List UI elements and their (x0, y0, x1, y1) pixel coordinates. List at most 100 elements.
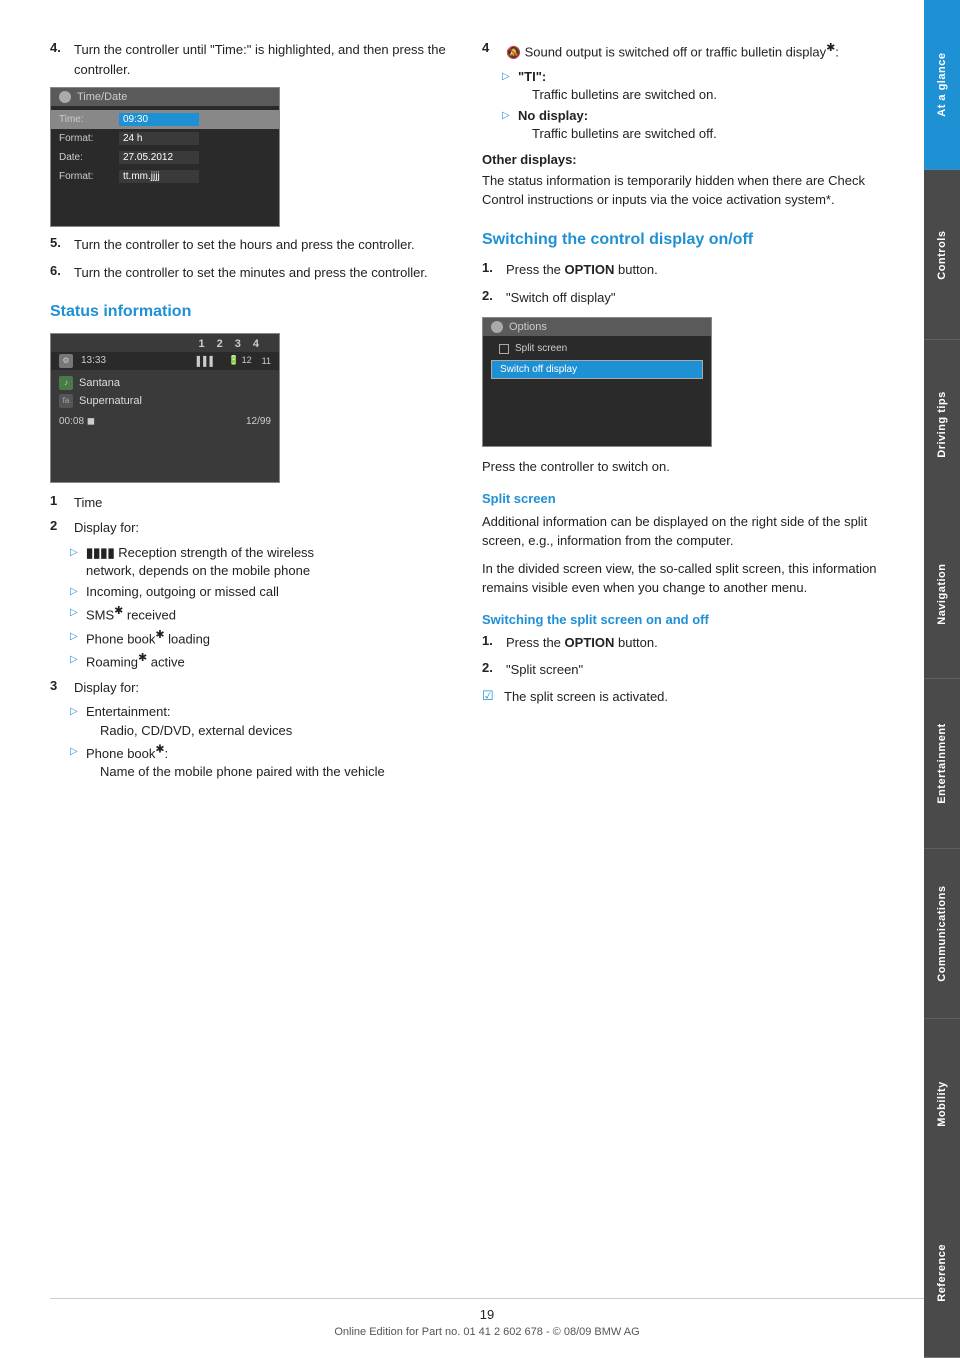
footer-text: Online Edition for Part no. 01 41 2 602 … (50, 1326, 924, 1338)
bullet-arrow-no-display: ▷ (502, 110, 512, 121)
right-item-4: 4 🔕 Sound output is switched off or traf… (482, 40, 884, 62)
step-5-text: Turn the controller to set the hours and… (74, 235, 415, 255)
status-time: 13:33 (81, 355, 189, 366)
press-controller-text: Press the controller to switch on. (482, 457, 884, 477)
track2-name: Supernatural (79, 395, 142, 407)
right-column: 4 🔕 Sound output is switched off or traf… (482, 40, 884, 784)
step-5: 5. Turn the controller to set the hours … (50, 235, 452, 255)
status-num-3: 3 (235, 338, 241, 350)
step-6-text: Turn the controller to set the minutes a… (74, 263, 428, 283)
bullet-item-sms: ▷ SMS✱ received (70, 604, 452, 625)
bullet-text-incoming: Incoming, outgoing or missed call (86, 583, 279, 601)
bullet-arrow-7: ▷ (70, 746, 80, 757)
option-split-screen: Split screen (491, 340, 703, 357)
num-content-3: Display for: (74, 678, 139, 698)
timedate-value-format1: 24 h (119, 132, 199, 145)
bullet-arrow-5: ▷ (70, 654, 80, 665)
timedate-screen: Time/Date Time: 09:30 Format: 24 h Date: (50, 87, 280, 227)
split-screen-heading: Split screen (482, 491, 884, 506)
right-num-4: 4 (482, 40, 500, 62)
control-step-1: 1. Press the OPTION button. (482, 260, 884, 280)
sidebar-item-mobility[interactable]: Mobility (924, 1019, 960, 1189)
timedate-value-date: 27.05.2012 (119, 151, 199, 164)
split-step-2-text: "Split screen" (506, 660, 583, 680)
split-step-1: 1. Press the OPTION button. (482, 633, 884, 653)
sidebar-item-navigation[interactable]: Navigation (924, 509, 960, 679)
bullet-arrow-6: ▷ (70, 706, 80, 717)
status-section-heading: Status information (50, 302, 452, 323)
option-switch-off-display[interactable]: Switch off display (491, 360, 703, 379)
switching-split-heading: Switching the split screen on and off (482, 612, 884, 627)
bullet-sub-phonebook2: Name of the mobile phone paired with the… (100, 764, 385, 779)
options-icon (491, 321, 503, 333)
step-5-number: 5. (50, 235, 68, 250)
bullet-text-roaming: Roaming✱ active (86, 651, 185, 672)
status-battery: 🔋 12 (228, 355, 252, 366)
sidebar: At a glance Controls Driving tips Naviga… (924, 0, 960, 1358)
bullet-arrow-2: ▷ (70, 586, 80, 597)
step-6: 6. Turn the controller to set the minute… (50, 263, 452, 283)
options-rows: Split screen Switch off display (483, 336, 711, 383)
bullet-label-no-display: No display: (518, 108, 588, 123)
status-bar: ⚙ 13:33 ▌▌▌ 🔋 12 11 (51, 352, 279, 370)
status-num-2: 2 (217, 338, 223, 350)
timedate-row-format2: Format: tt.mm.jjjj (51, 167, 279, 186)
status-signal: ▌▌▌ (197, 356, 216, 366)
control-step-1-text: Press the OPTION button. (506, 260, 658, 280)
bullet-arrow-4: ▷ (70, 631, 80, 642)
timedate-row-format1: Format: 24 h (51, 129, 279, 148)
switch-off-display-label: Switch off display (500, 364, 577, 375)
status-screen: 1 2 3 4 ⚙ 13:33 ▌▌▌ 🔋 12 11 (50, 333, 280, 483)
control-step-1-num: 1. (482, 260, 500, 275)
split-screen-text1: Additional information can be displayed … (482, 512, 884, 551)
control-display-heading: Switching the control display on/off (482, 230, 884, 251)
track2-icon: fa (59, 394, 73, 408)
num-label-2: 2 (50, 518, 68, 538)
checkmark-text: The split screen is activated. (504, 688, 668, 706)
control-step-2: 2. "Switch off display" (482, 288, 884, 308)
other-displays-block: Other displays: The status information i… (482, 152, 884, 210)
bullet-item-incoming: ▷ Incoming, outgoing or missed call (70, 583, 452, 601)
timedate-header: Time/Date (51, 88, 279, 106)
bullet-item-phonebook2: ▷ Phone book✱: Name of the mobile phone … (70, 743, 452, 782)
split-step-2: 2. "Split screen" (482, 660, 884, 680)
timedate-value-time: 09:30 (119, 113, 199, 126)
bullet-sub-entertainment: Radio, CD/DVD, external devices (100, 723, 292, 738)
list-item-1: 1 Time (50, 493, 452, 513)
sidebar-item-communications[interactable]: Communications (924, 849, 960, 1019)
step-4-text: Turn the controller until "Time:" is hig… (74, 40, 452, 79)
sidebar-item-controls[interactable]: Controls (924, 170, 960, 340)
status-tracks: ♪ Santana fa Supernatural (51, 370, 279, 414)
timedate-screen-wrapper: Time/Date Time: 09:30 Format: 24 h Date: (50, 87, 452, 227)
timedate-header-label: Time/Date (77, 91, 127, 103)
step-6-number: 6. (50, 263, 68, 278)
bullet-item-phonebook: ▷ Phone book✱ loading (70, 628, 452, 649)
bullet-text-entertainment: Entertainment: (86, 704, 171, 719)
sidebar-item-driving-tips[interactable]: Driving tips (924, 340, 960, 510)
num-label-1: 1 (50, 493, 68, 513)
main-content: 4. Turn the controller until "Time:" is … (0, 0, 924, 864)
page-footer: 19 Online Edition for Part no. 01 41 2 6… (50, 1298, 924, 1338)
sidebar-item-at-a-glance[interactable]: At a glance (924, 0, 960, 170)
bullet-text-phonebook2: Phone book✱: (86, 746, 168, 761)
track1-name: Santana (79, 377, 120, 389)
options-screen: Options Split screen Switch off display (482, 317, 712, 447)
status-time-bottom: 00:08 ◼ (59, 416, 95, 427)
num-content-1: Time (74, 493, 102, 513)
timedate-icon (59, 91, 71, 103)
bullet-arrow-3: ▷ (70, 607, 80, 618)
status-icon: ⚙ (59, 354, 73, 368)
split-step-1-num: 1. (482, 633, 500, 648)
options-header-label: Options (509, 321, 547, 333)
split-step-1-text: Press the OPTION button. (506, 633, 658, 653)
bullet-arrow-ti: ▷ (502, 71, 512, 82)
timedate-rows: Time: 09:30 Format: 24 h Date: 27.05.201… (51, 106, 279, 190)
sidebar-item-reference[interactable]: Reference (924, 1188, 960, 1358)
status-bottom: 00:08 ◼ 12/99 (51, 414, 279, 429)
split-step-2-num: 2. (482, 660, 500, 675)
status-num-1: 1 (199, 338, 205, 350)
status-number: 11 (262, 356, 271, 366)
list-item-3: 3 Display for: (50, 678, 452, 698)
step-4: 4. Turn the controller until "Time:" is … (50, 40, 452, 79)
sidebar-item-entertainment[interactable]: Entertainment (924, 679, 960, 849)
